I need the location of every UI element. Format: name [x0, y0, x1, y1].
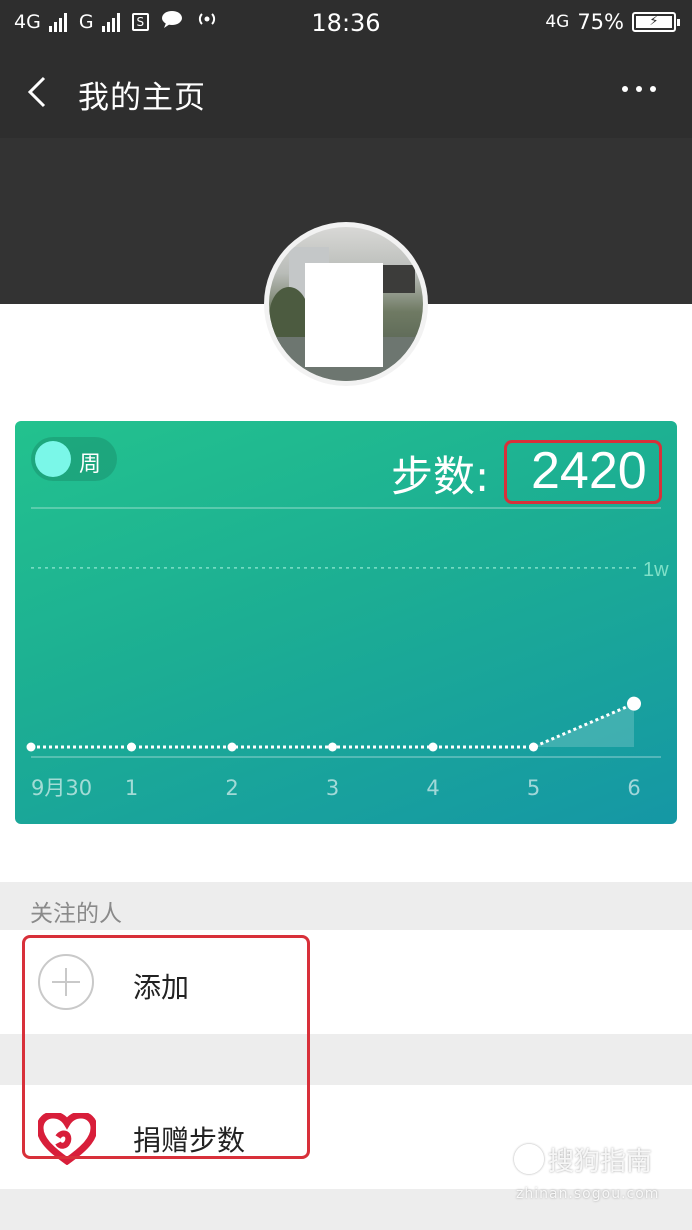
x-tick-label: 2 [225, 776, 238, 800]
steps-highlight-box [504, 440, 662, 504]
data-point [627, 696, 641, 711]
x-tick-label: 4 [426, 776, 439, 800]
data-point [26, 742, 36, 752]
x-tick-label: 1 [125, 776, 138, 800]
following-header-label: 关注的人 [30, 901, 122, 927]
following-section-header: 关注的人 [0, 882, 692, 930]
data-point [227, 742, 237, 752]
x-tick-label: 6 [627, 776, 640, 800]
steps-line [31, 702, 635, 749]
x-tick-label: 9月30 [31, 776, 92, 800]
menu-highlight-box [22, 935, 310, 1159]
x-tick-label: 5 [527, 776, 540, 800]
nav-bar: 我的主页 [0, 46, 692, 138]
status-bar: 4G G S 18:36 4G 75% ⚡ [0, 0, 692, 46]
watermark-url: zhinan.sogou.com [516, 1186, 660, 1202]
network-label-right: 4G [545, 12, 570, 32]
data-point [127, 742, 136, 752]
watermark-text: 搜狗指南 [548, 1147, 653, 1177]
data-point [328, 742, 337, 752]
x-tick-label: 3 [326, 776, 339, 800]
more-button[interactable] [622, 86, 656, 92]
avatar-redaction [305, 263, 383, 367]
avatar-photo [269, 227, 423, 381]
more-dots-icon [622, 86, 628, 92]
sogou-logo-icon: S [514, 1144, 544, 1174]
page-title: 我的主页 [78, 80, 206, 116]
data-point [428, 742, 438, 752]
week-toggle[interactable]: 周 [31, 437, 117, 481]
steps-label: 步数: [391, 452, 490, 501]
toggle-knob [35, 441, 71, 477]
status-right: 4G 75% ⚡ [545, 10, 680, 34]
battery-percent: 75% [577, 10, 624, 34]
data-point [529, 742, 538, 752]
steps-chart-card: 1w 9月30 1 2 3 4 5 6 周 步数: 2420 [15, 421, 677, 824]
reference-label: 1w [643, 559, 669, 581]
avatar[interactable] [264, 222, 428, 386]
back-button[interactable] [22, 72, 62, 112]
toggle-label: 周 [79, 452, 102, 477]
chevron-left-icon [27, 76, 46, 108]
battery-icon: ⚡ [632, 12, 680, 32]
